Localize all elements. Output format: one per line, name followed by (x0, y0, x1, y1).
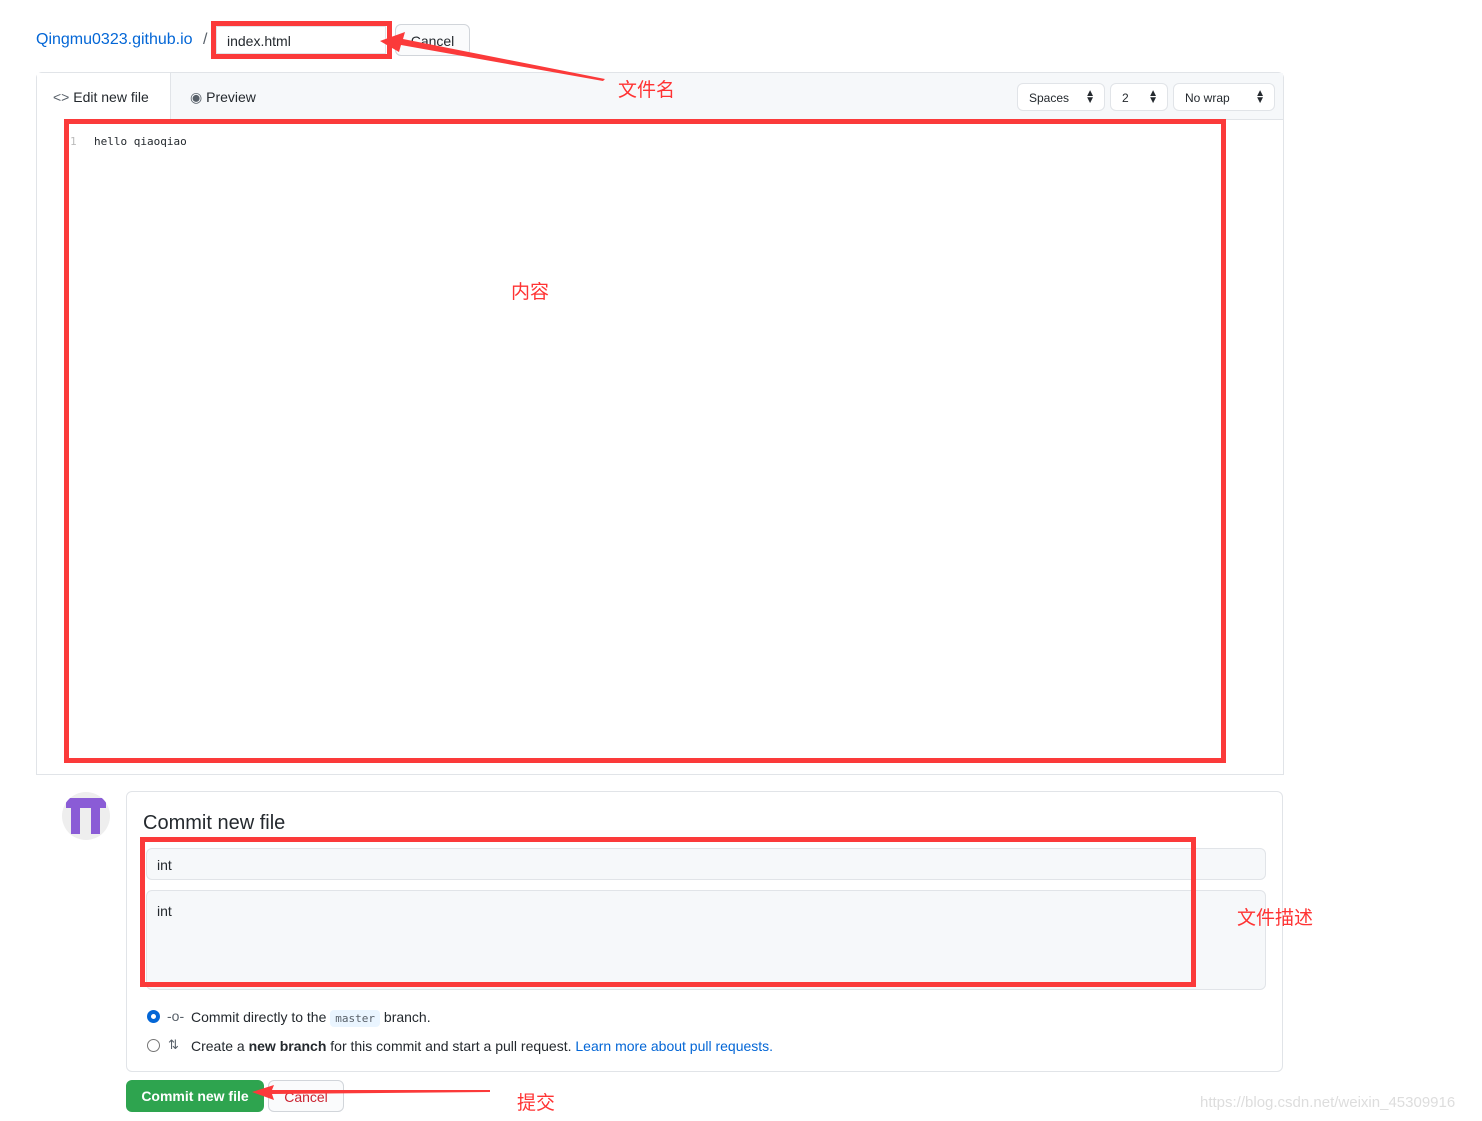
tab-preview[interactable]: ◉ Preview (190, 89, 256, 106)
git-pull-request-icon: ⇅ (168, 1037, 179, 1052)
option-new-label: Create a new branch for this commit and … (191, 1038, 774, 1054)
indent-size-select[interactable]: 2 ▲ ▼ (1110, 83, 1168, 111)
branch-name: master (330, 1010, 381, 1027)
commit-new-file-button[interactable]: Commit new file (126, 1080, 264, 1112)
annotation-box-filename (211, 21, 392, 59)
tab-label: Preview (206, 89, 256, 105)
sort-arrows-icon: ▲ ▼ (1255, 88, 1265, 106)
code-icon: <> (53, 89, 70, 105)
git-commit-icon: -o- (167, 1008, 185, 1024)
indent-size-value: 2 (1122, 91, 1129, 105)
annotation-arrow-submit (252, 1085, 490, 1100)
commit-title: Commit new file (143, 812, 286, 834)
sort-arrows-icon: ▲ ▼ (1085, 88, 1095, 106)
annotation-filename: 文件名 (618, 79, 676, 101)
annotation-box-description (140, 837, 1196, 987)
radio-new-branch[interactable] (147, 1039, 160, 1052)
tab-edit-new-file[interactable]: <> Edit new file (37, 73, 171, 121)
watermark: https://blog.csdn.net/weixin_45309916 (1200, 1094, 1456, 1111)
option-direct-label: Commit directly to the master branch. (191, 1009, 431, 1027)
annotation-box-content (64, 119, 1226, 763)
annotation-submit: 提交 (517, 1092, 556, 1114)
indent-mode-select[interactable]: Spaces ▲ ▼ (1017, 83, 1105, 111)
radio-commit-direct[interactable] (147, 1010, 160, 1023)
learn-more-link[interactable]: Learn more about pull requests. (575, 1038, 773, 1054)
sort-arrows-icon: ▲ ▼ (1148, 88, 1158, 106)
wrap-mode-select[interactable]: No wrap ▲ ▼ (1173, 83, 1275, 111)
breadcrumb-separator: / (203, 31, 208, 48)
indent-mode-value: Spaces (1029, 91, 1070, 105)
wrap-mode-value: No wrap (1185, 91, 1230, 105)
avatar[interactable] (62, 792, 110, 840)
tab-label: Edit new file (73, 89, 149, 105)
annotation-content: 内容 (511, 281, 550, 303)
eye-icon: ◉ (190, 89, 203, 105)
annotation-arrow-filename (380, 32, 605, 81)
annotation-description: 文件描述 (1237, 907, 1314, 929)
repo-link[interactable]: Qingmu0323.github.io (36, 31, 193, 49)
